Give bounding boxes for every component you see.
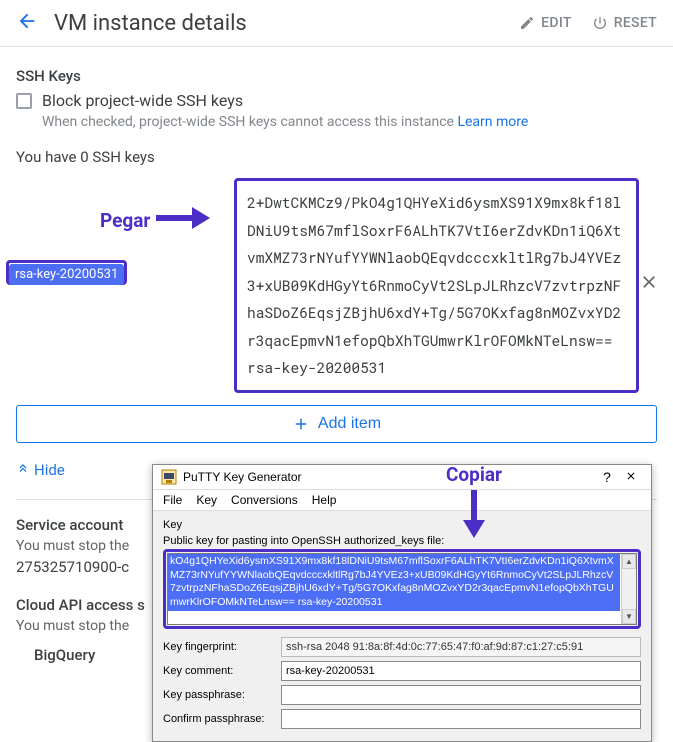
putty-menu-help[interactable]: Help: [312, 493, 337, 507]
block-ssh-checkbox[interactable]: [16, 93, 32, 109]
arrow-down-icon: [463, 490, 485, 542]
reset-label: RESET: [614, 15, 657, 31]
page-title: VM instance details: [54, 11, 499, 36]
annotation-copy-label: Copiar: [446, 463, 502, 486]
power-icon: [592, 15, 608, 31]
putty-fingerprint-field[interactable]: [281, 637, 641, 657]
putty-menu-file[interactable]: File: [163, 493, 182, 507]
learn-more-link[interactable]: Learn more: [457, 114, 528, 130]
add-item-label: Add item: [318, 415, 381, 433]
edit-button[interactable]: EDIT: [519, 15, 572, 31]
putty-passphrase-field[interactable]: [281, 685, 641, 705]
putty-confirm-label: Confirm passphrase:: [163, 713, 271, 725]
back-arrow-icon[interactable]: [16, 10, 38, 36]
hide-label: Hide: [34, 461, 65, 479]
block-ssh-label: Block project-wide SSH keys: [42, 91, 243, 110]
putty-app-icon: [161, 469, 177, 485]
putty-help-button[interactable]: ?: [595, 469, 619, 485]
arrow-right-icon: [156, 207, 210, 233]
putty-key-group: Key: [163, 519, 641, 531]
scroll-down-icon[interactable]: ▼: [622, 609, 636, 624]
putty-menu-key[interactable]: Key: [196, 493, 217, 507]
putty-menu-conversions[interactable]: Conversions: [231, 493, 298, 507]
ssh-keys-label: SSH Keys: [16, 67, 657, 85]
scroll-up-icon[interactable]: ▲: [622, 554, 636, 569]
annotation-copy: Copiar: [446, 463, 502, 542]
remove-key-icon[interactable]: [639, 272, 659, 298]
putty-comment-label: Key comment:: [163, 665, 271, 677]
plus-icon: [292, 415, 310, 433]
putty-window: PuTTY Key Generator ? File Key Conversio…: [152, 464, 652, 742]
pencil-icon: [519, 15, 535, 31]
reset-button[interactable]: RESET: [592, 15, 657, 31]
putty-pubkey-textarea[interactable]: kO4g1QHYeXid6ysmXS91X9mx8kf18lDNiU9tsM67…: [167, 553, 637, 625]
putty-close-button[interactable]: [619, 469, 643, 485]
edit-label: EDIT: [541, 15, 572, 31]
hide-toggle[interactable]: Hide: [16, 461, 65, 479]
putty-fingerprint-label: Key fingerprint:: [163, 641, 271, 653]
ssh-key-textarea[interactable]: 2+DwtCKMCz9/PkO4g1QHYeXid6ysmXS91X9mx8kf…: [234, 178, 639, 393]
putty-passphrase-label: Key passphrase:: [163, 689, 271, 701]
putty-pubkey-label: Public key for pasting into OpenSSH auth…: [163, 535, 641, 547]
annotation-paste: Pegar: [100, 207, 210, 233]
putty-scrollbar[interactable]: ▲ ▼: [621, 554, 636, 624]
putty-confirm-field[interactable]: [281, 709, 641, 729]
add-item-button[interactable]: Add item: [16, 405, 657, 443]
ssh-keys-count: You have 0 SSH keys: [16, 148, 657, 166]
block-ssh-helper: When checked, project-wide SSH keys cann…: [42, 114, 657, 130]
annotation-paste-label: Pegar: [100, 209, 150, 232]
putty-comment-field[interactable]: [281, 661, 641, 681]
putty-title: PuTTY Key Generator: [183, 470, 595, 484]
chevron-up-double-icon: [16, 463, 30, 477]
ssh-key-name-chip: rsa-key-20200531: [9, 264, 124, 285]
